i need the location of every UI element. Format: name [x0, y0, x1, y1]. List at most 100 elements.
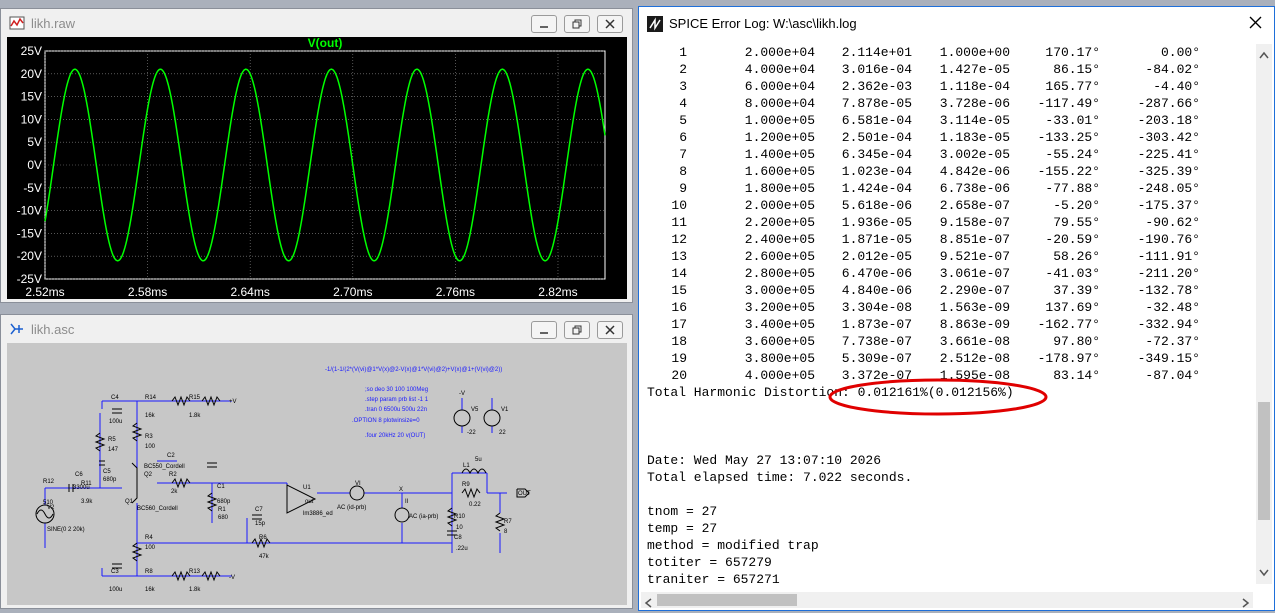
harmonic-cell: -55.24°: [1045, 147, 1100, 162]
svg-text:.OPTION 8 plotwinsize=0: .OPTION 8 plotwinsize=0: [352, 418, 420, 424]
svg-text:BC550_Cordell: BC550_Cordell: [144, 464, 185, 470]
svg-text:47k: 47k: [259, 554, 270, 560]
horizontal-scrollbar[interactable]: [641, 592, 1253, 608]
harmonic-cell: -132.78°: [1137, 283, 1200, 298]
svg-text:-22: -22: [467, 430, 476, 436]
harmonic-cell: 1.427e-05: [939, 62, 1010, 77]
minimize-button[interactable]: [531, 321, 557, 339]
y-tick-label: -15V: [17, 226, 42, 240]
harmonic-cell: 3.016e-04: [841, 62, 912, 77]
waveform-window: likh.raw V(out) 25V 20V 15V 10V 5V 0V -5V -10V -1…: [0, 8, 633, 303]
harmonic-cell: 86.15°: [1053, 62, 1100, 77]
svg-text:.22u: .22u: [456, 546, 468, 552]
svg-text:C3: C3: [111, 569, 119, 575]
scroll-left-arrow-icon[interactable]: [644, 595, 652, 613]
svg-text:100u: 100u: [109, 419, 122, 425]
schematic-window-title: likh.asc: [31, 321, 75, 337]
harmonic-cell: -87.04°: [1145, 368, 1200, 383]
method-line: method = modified trap: [647, 538, 819, 553]
svg-text:C6: C6: [75, 472, 83, 478]
harmonic-cell: 37.39°: [1053, 283, 1100, 298]
minimize-button[interactable]: [531, 15, 557, 33]
x-tick-label: 2.58ms: [128, 285, 167, 299]
harmonic-row: 12 2.400e+05 1.871e-05 8.851e-07 -20.59° -190…: [647, 231, 1247, 248]
y-tick-label: -10V: [17, 204, 42, 218]
harmonic-row: 15 3.000e+05 4.840e-06 2.290e-07 37.39° -132.…: [647, 282, 1247, 299]
date-line: Date: Wed May 27 13:07:10 2026: [647, 453, 882, 468]
harmonic-cell: 1.600e+05: [744, 164, 815, 179]
harmonic-cell: -287.66°: [1137, 96, 1200, 111]
harmonic-cell: 3.200e+05: [744, 300, 815, 315]
error-log-titlebar[interactable]: SPICE Error Log: W:\asc\likh.log: [639, 7, 1274, 40]
svg-text:V5: V5: [471, 407, 479, 413]
vertical-scrollbar[interactable]: [1256, 44, 1272, 584]
harmonic-cell: 170.17°: [1045, 45, 1100, 60]
error-log-text[interactable]: 1 2.000e+04 2.114e+01 1.000e+00 170.17° 0.00°…: [647, 44, 1247, 584]
svg-text:-1/(1-1/(2*(V(vi)@1*V(x)@2-V(x: -1/(1-1/(2*(V(vi)@1*V(x)@2-V(x)@1*V(vi)@…: [325, 367, 502, 373]
close-icon[interactable]: [1249, 16, 1262, 32]
scroll-down-arrow-icon[interactable]: [1259, 564, 1269, 582]
elapsed-time-line: Total elapsed time: 7.022 seconds.: [647, 470, 913, 485]
harmonic-cell: 2.501e-04: [841, 130, 912, 145]
harmonic-cell: 1.424e-04: [841, 181, 912, 196]
harmonic-cell: 1.871e-05: [841, 232, 912, 247]
harmonic-cell: 18: [671, 334, 687, 349]
harmonic-cell: -20.59°: [1045, 232, 1100, 247]
harmonic-cell: -162.77°: [1037, 317, 1100, 332]
svg-text:100: 100: [145, 444, 156, 450]
svg-text:2k: 2k: [171, 489, 178, 495]
svg-text:R6: R6: [259, 535, 267, 541]
svg-text:Q2: Q2: [144, 472, 153, 478]
scrollbar-thumb[interactable]: [1258, 402, 1270, 520]
harmonic-cell: 7.878e-05: [841, 96, 912, 111]
scrollbar-thumb[interactable]: [657, 594, 797, 606]
harmonic-row: 6 1.200e+05 2.501e-04 1.183e-05 -133.25° -303…: [647, 129, 1247, 146]
harmonic-cell: 2.400e+05: [744, 232, 815, 247]
svg-text:.four 20kHz 20 v(OUT): .four 20kHz 20 v(OUT): [365, 433, 425, 439]
harmonic-cell: 2.000e+05: [744, 198, 815, 213]
harmonic-cell: 5: [679, 113, 687, 128]
y-tick-label: 5V: [27, 135, 42, 149]
svg-text:SINE(0 2 20k): SINE(0 2 20k): [47, 527, 85, 533]
harmonic-cell: 3.061e-07: [939, 266, 1010, 281]
svg-text:out: out: [305, 499, 314, 505]
harmonic-cell: -33.01°: [1045, 113, 1100, 128]
harmonic-cell: 137.69°: [1045, 300, 1100, 315]
restore-button[interactable]: [564, 15, 590, 33]
restore-button[interactable]: [564, 321, 590, 339]
harmonic-cell: -303.42°: [1137, 130, 1200, 145]
svg-text:R4: R4: [145, 535, 153, 541]
harmonic-cell: 11: [671, 215, 687, 230]
harmonic-row: 11 2.200e+05 1.936e-05 9.158e-07 79.55° -90.6…: [647, 214, 1247, 231]
harmonic-cell: 4.000e+05: [744, 368, 815, 383]
harmonic-cell: 0.00°: [1160, 45, 1200, 60]
harmonic-cell: -332.94°: [1137, 317, 1200, 332]
harmonic-cell: 2.000e+04: [744, 45, 815, 60]
harmonic-cell: 9.158e-07: [939, 215, 1010, 230]
svg-text:X: X: [399, 487, 403, 493]
close-button[interactable]: [597, 15, 623, 33]
scroll-right-arrow-icon[interactable]: [1242, 595, 1250, 613]
close-button[interactable]: [597, 321, 623, 339]
harmonic-cell: 1.873e-07: [841, 317, 912, 332]
harmonic-cell: -4.40°: [1153, 79, 1200, 94]
harmonic-cell: 3.600e+05: [744, 334, 815, 349]
y-tick-label: -5V: [23, 181, 42, 195]
svg-text:U1: U1: [303, 485, 311, 491]
harmonic-cell: 3.002e-05: [939, 147, 1010, 162]
harmonic-cell: 2.362e-03: [841, 79, 912, 94]
harmonic-cell: 6: [679, 130, 687, 145]
harmonic-cell: 3.400e+05: [744, 317, 815, 332]
waveform-plot-area[interactable]: V(out) 25V 20V 15V 10V 5V 0V -5V -10V -15V -20V -25…: [7, 36, 627, 299]
svg-text:R12: R12: [43, 479, 55, 485]
harmonic-row: 7 1.400e+05 6.345e-04 3.002e-05 -55.24° -225.…: [647, 146, 1247, 163]
svg-text:R1: R1: [218, 507, 226, 513]
harmonic-cell: 1.563e-09: [939, 300, 1010, 315]
harmonic-cell: 6.738e-06: [939, 181, 1010, 196]
schematic-canvas[interactable]: -1/(1-1/(2*(V(vi)@1*V(x)@2-V(x)@1*V(vi)@…: [7, 343, 627, 605]
harmonic-cell: 165.77°: [1045, 79, 1100, 94]
scroll-up-arrow-icon[interactable]: [1259, 46, 1269, 64]
svg-text:100: 100: [145, 545, 156, 551]
svg-text:C4: C4: [111, 395, 119, 401]
